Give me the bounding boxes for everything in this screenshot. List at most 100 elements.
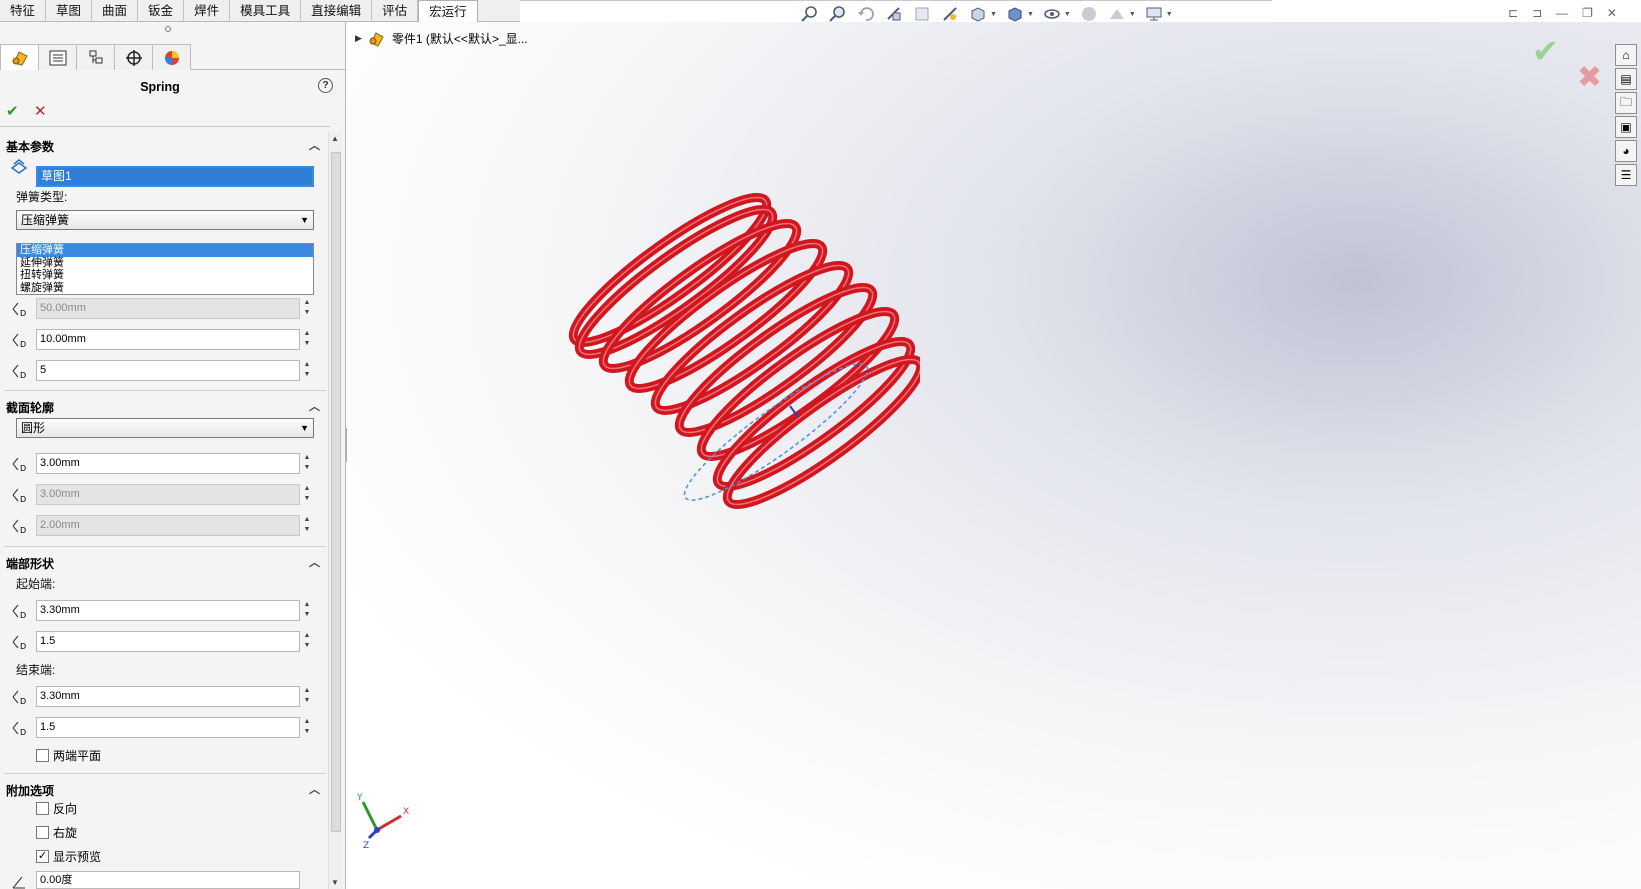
chevron-down-icon[interactable]: ▼ [1064,11,1071,18]
chevron-down-icon[interactable]: ▼ [990,11,997,18]
feature-manager-tab[interactable] [0,44,39,70]
reverse-checkbox[interactable] [36,802,49,815]
confirmation-cancel-icon[interactable]: ✖ [1577,60,1602,95]
group-profile[interactable]: 截面轮廓 ︿ [6,399,326,416]
window-controls: ⊏ ⊐ — ❐ ✕ [1508,6,1617,20]
chevron-down-icon[interactable]: ▼ [1129,11,1136,18]
previous-view-icon[interactable] [856,4,876,24]
scroll-thumb[interactable] [331,152,341,832]
svg-text:D: D [20,371,26,380]
close-icon[interactable]: ✕ [1607,6,1617,20]
spring-type-label: 弹簧类型: [16,190,68,204]
panel-grip-icon[interactable] [165,26,171,32]
dimxpert-manager-tab[interactable] [114,44,153,70]
tab-mold-tools[interactable]: 模具工具 [230,0,302,22]
zoom-to-area-icon[interactable] [828,4,848,24]
dropdown-option-extension[interactable]: 延伸弹簧 [17,257,313,270]
tab-sheet-metal[interactable]: 钣金 [138,0,185,22]
turns-field[interactable]: 5 [36,360,300,381]
confirmation-ok-icon[interactable]: ✔ [1532,32,1559,70]
tab-evaluate[interactable]: 评估 [372,0,419,22]
group-basic-params[interactable]: 基本参数 ︿ [6,138,326,155]
edit-appearance-icon[interactable] [1079,4,1099,24]
display-manager-tab[interactable] [152,44,191,70]
expand-arrow-icon[interactable]: ▶ [355,33,362,44]
end-turns-stepper[interactable]: ▲ ▼ [302,717,312,738]
group-ends[interactable]: 端部形状 ︿ [6,555,326,572]
spring-type-select[interactable]: 压缩弹簧 ▼ [16,210,314,230]
configuration-manager-tab[interactable] [76,44,115,70]
tile-right-icon[interactable]: ⊐ [1532,6,1542,20]
dropdown-option-torsion[interactable]: 扭转弹簧 [17,269,313,282]
tab-surfaces[interactable]: 曲面 [92,0,139,22]
view-orientation-icon[interactable] [968,4,988,24]
start-length-stepper[interactable]: ▲ ▼ [302,600,312,621]
help-icon[interactable]: ? [318,78,333,93]
cancel-button[interactable]: ✕ [34,102,47,120]
start-length-field[interactable]: 3.30mm [36,600,300,621]
dimension-icon: D [12,364,26,380]
view-palette-icon[interactable]: ▣ [1615,116,1637,138]
hide-show-items-icon[interactable] [1042,4,1062,24]
flyout-feature-tree[interactable]: ▶ 零件1 (默认<<默认>_显... [355,30,528,47]
view-monitor-icon[interactable] [1144,4,1164,24]
wire-diameter-stepper[interactable]: ▲ ▼ [302,453,312,474]
solidworks-resources-icon[interactable]: ⌂ [1615,44,1637,66]
dynamic-annotation-icon[interactable] [912,4,932,24]
start-turns-stepper[interactable]: ▲ ▼ [302,631,312,652]
end-length-stepper[interactable]: ▲ ▼ [302,686,312,707]
panel-scrollbar[interactable]: ▲ ▼ [328,132,342,889]
profile-width-stepper: ▲ ▼ [303,485,311,502]
appearances-icon[interactable]: ◕ [1615,140,1637,162]
start-turns-field[interactable]: 1.5 [36,631,300,652]
view-settings-icon[interactable] [940,4,960,24]
sketch-selection-field[interactable]: 草图1 [36,166,314,187]
tile-left-icon[interactable]: ⊏ [1508,6,1518,20]
scroll-down-icon[interactable]: ▼ [331,878,339,887]
flat-ends-label: 两端平面 [53,749,102,763]
minimize-icon[interactable]: — [1556,6,1568,20]
collapse-chevron-icon[interactable]: ︿ [309,137,320,153]
flat-ends-checkbox[interactable] [36,749,49,762]
display-style-icon[interactable] [1005,4,1025,24]
chevron-down-icon[interactable]: ▼ [1166,11,1173,18]
design-library-icon[interactable]: ▤ [1615,68,1637,90]
tab-features[interactable]: 特征 [0,0,47,22]
property-manager-tab[interactable] [38,44,77,70]
turns-stepper[interactable]: ▲ ▼ [302,360,312,381]
tab-macro-run[interactable]: 宏运行 [418,0,478,22]
zoom-to-fit-icon[interactable] [800,4,820,24]
pitch-field[interactable]: 10.00mm [36,329,300,350]
triad-z-label: Z [363,841,369,850]
tab-sketch[interactable]: 草图 [46,0,93,22]
collapse-chevron-icon[interactable]: ︿ [309,398,320,414]
apply-scene-icon[interactable] [1107,4,1127,24]
pitch-stepper[interactable]: ▲ ▼ [302,329,312,350]
file-explorer-icon[interactable]: 🗀 [1615,92,1637,114]
spring-coil [696,307,900,461]
angle-field[interactable]: 0.00度 [36,871,300,889]
manager-tabs [0,44,346,70]
chevron-down-icon[interactable]: ▼ [1027,11,1034,18]
ok-button[interactable]: ✔ [6,102,19,120]
end-turns-field[interactable]: 1.5 [36,717,300,738]
dropdown-option-spiral[interactable]: 螺旋弹簧 [17,282,313,295]
right-hand-checkbox[interactable] [36,826,49,839]
dropdown-option-compression[interactable]: 压缩弹簧 [17,244,313,257]
group-options[interactable]: 附加选项 ︿ [6,782,326,799]
scroll-up-icon[interactable]: ▲ [331,134,339,143]
profile-shape-select[interactable]: 圆形 ▼ [16,418,314,438]
wire-diameter-field[interactable]: 3.00mm [36,453,300,474]
angle-icon [12,876,25,889]
show-preview-label: 显示预览 [53,850,102,864]
show-preview-checkbox[interactable]: ✓ [36,850,49,863]
end-length-field[interactable]: 3.30mm [36,686,300,707]
restore-icon[interactable]: ❐ [1582,6,1593,20]
tab-direct-editing[interactable]: 直接编辑 [301,0,373,22]
collapse-chevron-icon[interactable]: ︿ [309,554,320,570]
section-view-icon[interactable] [884,4,904,24]
collapse-chevron-icon[interactable]: ︿ [309,781,320,797]
tab-weldments[interactable]: 焊件 [184,0,231,22]
dimension-icon: D [12,635,26,651]
custom-properties-icon[interactable]: ☰ [1615,164,1637,186]
